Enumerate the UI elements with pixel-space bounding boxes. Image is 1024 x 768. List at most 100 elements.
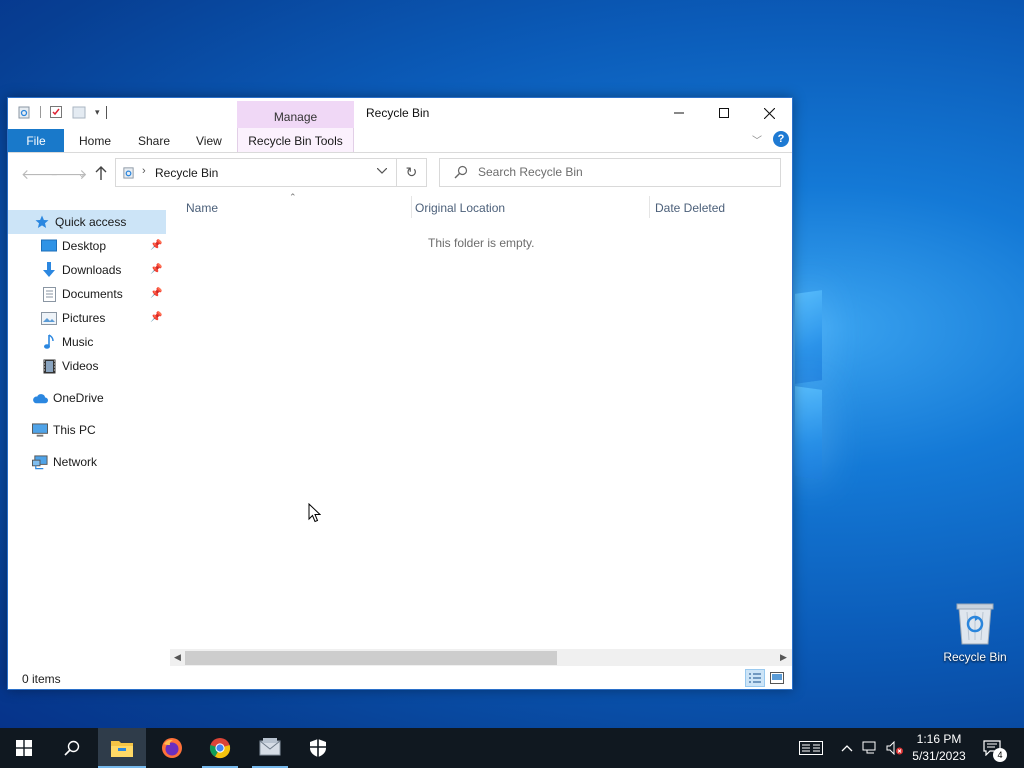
pin-icon[interactable]: 📌 xyxy=(150,288,162,299)
title-bar[interactable]: ▾ Manage Recycle Bin xyxy=(8,98,792,131)
taskbar-windows-security[interactable] xyxy=(294,728,342,768)
taskbar-clock[interactable]: 1:16 PM 5/31/2023 xyxy=(902,731,976,765)
maximize-button[interactable] xyxy=(701,98,747,128)
recycle-bin-small-icon xyxy=(17,105,31,119)
column-divider[interactable] xyxy=(411,196,412,218)
large-icons-view-icon xyxy=(770,672,784,684)
sidebar-item-network[interactable]: Network xyxy=(8,450,166,474)
search-icon xyxy=(454,165,468,182)
tray-news-button[interactable] xyxy=(796,728,826,768)
empty-folder-message: This folder is empty. xyxy=(428,236,535,250)
search-input[interactable] xyxy=(478,165,768,179)
mouse-cursor-icon xyxy=(308,503,321,523)
navigation-pane: Quick access Desktop 📌 Downloads 📌 Docum… xyxy=(8,208,168,648)
search-box[interactable] xyxy=(439,158,781,187)
qat-dropdown-icon[interactable]: ▾ xyxy=(95,107,100,118)
help-icon[interactable]: ? xyxy=(773,131,789,147)
ribbon-tabs: File Home Share View Recycle Bin Tools ﹀… xyxy=(8,128,792,152)
pin-icon[interactable]: 📌 xyxy=(150,312,162,323)
taskbar-mail-app[interactable] xyxy=(246,728,294,768)
breadcrumb-chevron-icon[interactable]: › xyxy=(142,165,146,177)
sidebar-item-label: Downloads xyxy=(62,263,122,277)
start-icon xyxy=(16,740,32,756)
manage-contextual-header: Manage xyxy=(237,101,354,131)
sidebar-item-downloads[interactable]: Downloads 📌 xyxy=(8,258,166,282)
sidebar-item-quick-access[interactable]: Quick access xyxy=(8,210,166,234)
tab-view[interactable]: View xyxy=(196,134,222,148)
scrollbar-thumb[interactable] xyxy=(185,651,557,665)
tab-share[interactable]: Share xyxy=(138,134,170,148)
sidebar-item-documents[interactable]: Documents 📌 xyxy=(8,282,166,306)
cloud-icon xyxy=(32,390,48,406)
sidebar-item-label: Network xyxy=(53,455,98,469)
clock-time: 1:16 PM xyxy=(916,732,962,746)
column-divider[interactable] xyxy=(649,196,650,218)
up-arrow-icon[interactable] xyxy=(95,166,107,183)
pictures-icon xyxy=(41,310,57,326)
start-button[interactable] xyxy=(0,728,48,768)
sidebar-item-label: Pictures xyxy=(62,311,106,325)
breadcrumb[interactable]: Recycle Bin xyxy=(155,166,218,180)
desktop-recycle-bin-label: Recycle Bin xyxy=(943,650,1007,664)
sidebar-item-onedrive[interactable]: OneDrive xyxy=(8,386,166,410)
sidebar-item-label: Quick access xyxy=(55,215,127,229)
refresh-icon: ↻ xyxy=(405,164,418,180)
star-icon xyxy=(34,214,50,230)
tray-network[interactable] xyxy=(860,728,882,768)
horizontal-scrollbar[interactable]: ◀ ▶ xyxy=(170,649,792,666)
tab-home[interactable]: Home xyxy=(79,134,111,148)
details-view-icon xyxy=(749,673,761,683)
address-dropdown-icon[interactable] xyxy=(376,166,388,177)
desktop-folder-icon xyxy=(41,238,57,254)
sidebar-item-desktop[interactable]: Desktop 📌 xyxy=(8,234,166,258)
properties-icon[interactable] xyxy=(49,105,63,119)
file-list[interactable]: ⌃ Name Original Location Date Deleted Th… xyxy=(168,192,792,653)
maximize-icon xyxy=(719,108,729,118)
desktop-recycle-bin[interactable]: Recycle Bin xyxy=(938,600,1012,674)
qat-separator xyxy=(40,106,41,118)
large-icons-view-button[interactable] xyxy=(767,669,787,687)
status-bar: 0 items xyxy=(8,667,792,689)
scroll-right-arrow-icon[interactable]: ▶ xyxy=(780,652,787,663)
recent-locations-chevron-icon[interactable]: ⌄ xyxy=(78,169,86,180)
firefox-icon xyxy=(162,738,182,758)
expand-ribbon-chevron-icon[interactable]: ﹀ xyxy=(752,132,762,147)
quick-access-toolbar: ▾ xyxy=(17,105,115,119)
sidebar-item-music[interactable]: Music xyxy=(8,330,166,354)
sidebar-item-label: OneDrive xyxy=(53,391,104,405)
sidebar-item-videos[interactable]: Videos xyxy=(8,354,166,378)
film-icon xyxy=(41,358,57,374)
clock-date: 5/31/2023 xyxy=(912,749,966,763)
tray-show-hidden-icons[interactable] xyxy=(838,728,856,768)
sidebar-item-this-pc[interactable]: This PC xyxy=(8,418,166,442)
network-icon xyxy=(32,454,48,470)
close-button[interactable] xyxy=(746,98,792,128)
notification-count-badge: 4 xyxy=(993,748,1007,762)
tab-file[interactable]: File xyxy=(8,129,64,152)
new-folder-icon[interactable] xyxy=(72,105,86,119)
taskbar-file-explorer[interactable] xyxy=(98,728,146,768)
details-view-button[interactable] xyxy=(745,669,765,687)
address-bar[interactable]: › Recycle Bin xyxy=(115,158,397,187)
music-note-icon xyxy=(41,334,57,350)
column-header-original-location[interactable]: Original Location xyxy=(415,201,505,215)
news-widget-icon xyxy=(799,741,823,755)
file-explorer-window: ▾ Manage Recycle Bin File Home Share Vie… xyxy=(7,97,793,690)
taskbar-firefox[interactable] xyxy=(148,728,196,768)
scroll-left-arrow-icon[interactable]: ◀ xyxy=(174,652,181,663)
item-count: 0 items xyxy=(22,672,61,686)
mail-app-icon xyxy=(259,738,281,756)
refresh-button[interactable]: ↻ xyxy=(397,158,427,187)
taskbar-chrome[interactable] xyxy=(196,728,244,768)
chevron-up-icon xyxy=(841,745,853,752)
tab-recycle-bin-tools[interactable]: Recycle Bin Tools xyxy=(237,128,354,152)
sidebar-item-pictures[interactable]: Pictures 📌 xyxy=(8,306,166,330)
pin-icon[interactable]: 📌 xyxy=(150,264,162,275)
column-header-date-deleted[interactable]: Date Deleted xyxy=(655,201,725,215)
pin-icon[interactable]: 📌 xyxy=(150,240,162,251)
network-status-icon xyxy=(862,741,876,754)
minimize-button[interactable] xyxy=(656,98,702,128)
column-header-name[interactable]: Name xyxy=(186,201,218,215)
taskbar-search-button[interactable] xyxy=(48,728,96,768)
sidebar-item-label: Desktop xyxy=(62,239,107,253)
